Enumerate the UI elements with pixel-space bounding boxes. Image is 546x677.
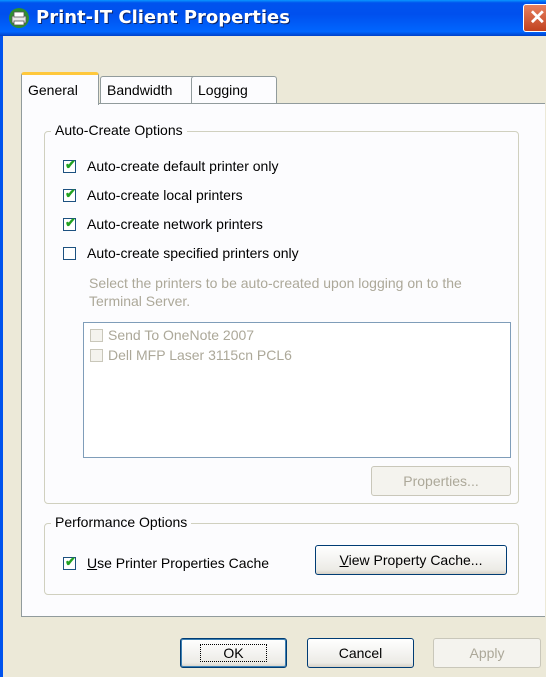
cancel-button[interactable]: Cancel (307, 638, 414, 668)
printer-name: Dell MFP Laser 3115cn PCL6 (108, 347, 292, 363)
tab-general[interactable]: General (21, 72, 99, 105)
checkmark-icon: ✔ (65, 157, 76, 172)
option-label: Auto-create network printers (87, 216, 263, 232)
hint-line-1: Select the printers to be auto-created u… (89, 275, 462, 291)
checkbox-local-printers[interactable]: ✔ (63, 186, 76, 202)
title-bar[interactable]: Print-IT Client Properties ✕ (0, 0, 546, 36)
ok-label: OK (200, 644, 267, 662)
printer-checkbox (90, 349, 103, 362)
window-title: Print-IT Client Properties (36, 7, 290, 28)
checkbox-default-printer-only[interactable]: ✔ (63, 157, 76, 173)
close-button[interactable]: ✕ (523, 4, 546, 32)
option-label: Auto-create local printers (87, 187, 243, 203)
performance-legend: Performance Options (51, 514, 192, 530)
option-label: Use Printer Properties Cache (87, 555, 270, 571)
checkbox-specified-printers[interactable] (63, 247, 76, 260)
view-property-cache-button[interactable]: View Property Cache... (315, 545, 507, 575)
checkbox-printer-properties-cache[interactable]: ✔ (63, 554, 76, 570)
tab-logging[interactable]: Logging (191, 76, 277, 103)
option-label: Auto-create default printer only (87, 158, 279, 174)
checkmark-icon: ✔ (65, 186, 76, 201)
properties-button[interactable]: Properties... (371, 466, 511, 496)
printer-selection-hint: Select the printers to be auto-created u… (89, 274, 462, 310)
checkmark-icon: ✔ (65, 554, 76, 569)
close-icon: ✕ (529, 7, 546, 29)
printer-checkbox (90, 329, 103, 342)
tab-panel-general: Auto-Create Options ✔ Auto-create defaul… (21, 103, 545, 617)
performance-group: Performance Options ✔ Use Printer Proper… (44, 514, 519, 595)
window-frame (0, 36, 3, 677)
auto-create-group: Auto-Create Options ✔ Auto-create defaul… (44, 122, 519, 504)
ok-button[interactable]: OK (180, 638, 287, 668)
auto-create-legend: Auto-Create Options (51, 122, 187, 138)
printer-app-icon (9, 8, 29, 28)
apply-button[interactable]: Apply (433, 638, 541, 668)
printer-name: Send To OneNote 2007 (108, 327, 255, 343)
printer-list[interactable]: Send To OneNote 2007 Dell MFP Laser 3115… (83, 322, 511, 458)
hint-line-2: Terminal Server. (89, 293, 191, 309)
checkmark-icon: ✔ (65, 215, 76, 230)
option-label: Auto-create specified printers only (87, 245, 299, 261)
checkbox-network-printers[interactable]: ✔ (63, 215, 76, 231)
